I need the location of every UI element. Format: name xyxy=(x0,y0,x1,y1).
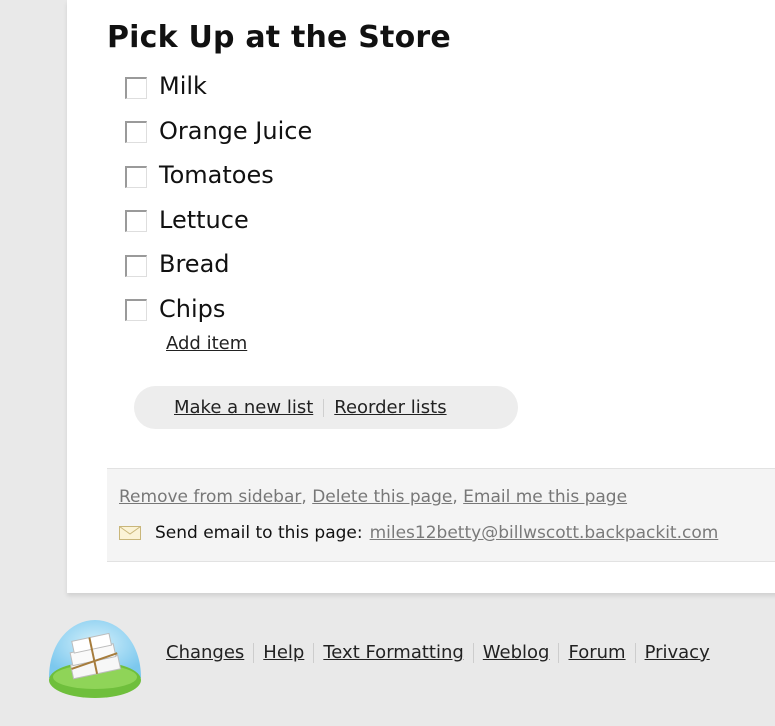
add-item-link[interactable]: Add item xyxy=(166,333,247,354)
delete-page-link[interactable]: Delete this page xyxy=(312,487,452,507)
checkbox-icon[interactable] xyxy=(125,299,147,322)
email-prompt: Send email to this page: xyxy=(155,523,363,543)
text-formatting-link[interactable]: Text Formatting xyxy=(323,642,463,663)
site-footer-nav: Changes Help Text Formatting Weblog Foru… xyxy=(166,642,710,663)
list-item: Orange Juice xyxy=(125,109,312,154)
list-actions-bar: Make a new list Reorder lists xyxy=(134,386,518,429)
list-title: Pick Up at the Store xyxy=(107,20,451,55)
remove-from-sidebar-link[interactable]: Remove from sidebar xyxy=(119,487,301,507)
make-new-list-link[interactable]: Make a new list xyxy=(174,397,313,418)
todo-list: Milk Orange Juice Tomatoes Lettuce Bread… xyxy=(125,64,312,331)
list-item-label: Tomatoes xyxy=(159,161,274,190)
checkbox-icon[interactable] xyxy=(125,121,147,144)
list-item-label: Chips xyxy=(159,294,226,323)
list-item-label: Lettuce xyxy=(159,205,249,234)
separator-comma: , xyxy=(452,487,464,507)
list-item: Tomatoes xyxy=(125,153,312,198)
page-actions: Remove from sidebar, Delete this page, E… xyxy=(119,487,627,507)
email-me-page-link[interactable]: Email me this page xyxy=(463,487,627,507)
backpack-logo xyxy=(49,620,141,698)
list-item-label: Milk xyxy=(159,72,207,101)
page-panel: Pick Up at the Store Milk Orange Juice T… xyxy=(67,0,775,593)
list-item: Chips xyxy=(125,287,312,332)
checkbox-icon[interactable] xyxy=(125,165,147,188)
divider xyxy=(313,642,315,663)
page-email-address-link[interactable]: miles12betty@billwscott.backpackit.com xyxy=(370,523,719,543)
privacy-link[interactable]: Privacy xyxy=(645,642,710,663)
divider xyxy=(472,642,474,663)
reorder-lists-link[interactable]: Reorder lists xyxy=(334,397,446,418)
separator-comma: , xyxy=(301,487,313,507)
page-options-box: Remove from sidebar, Delete this page, E… xyxy=(107,468,775,562)
checkbox-icon[interactable] xyxy=(125,210,147,233)
email-to-page-row: Send email to this page: miles12betty@bi… xyxy=(119,523,718,543)
divider xyxy=(253,642,255,663)
checkbox-icon[interactable] xyxy=(125,254,147,277)
list-item: Lettuce xyxy=(125,198,312,243)
divider xyxy=(323,398,325,417)
list-item: Bread xyxy=(125,242,312,287)
checkbox-icon[interactable] xyxy=(125,76,147,99)
divider xyxy=(634,642,636,663)
list-item: Milk xyxy=(125,64,312,109)
list-item-label: Orange Juice xyxy=(159,116,313,145)
weblog-link[interactable]: Weblog xyxy=(483,642,550,663)
divider xyxy=(558,642,560,663)
forum-link[interactable]: Forum xyxy=(568,642,625,663)
envelope-icon xyxy=(119,526,141,540)
help-link[interactable]: Help xyxy=(263,642,304,663)
list-item-label: Bread xyxy=(159,250,230,279)
changes-link[interactable]: Changes xyxy=(166,642,244,663)
